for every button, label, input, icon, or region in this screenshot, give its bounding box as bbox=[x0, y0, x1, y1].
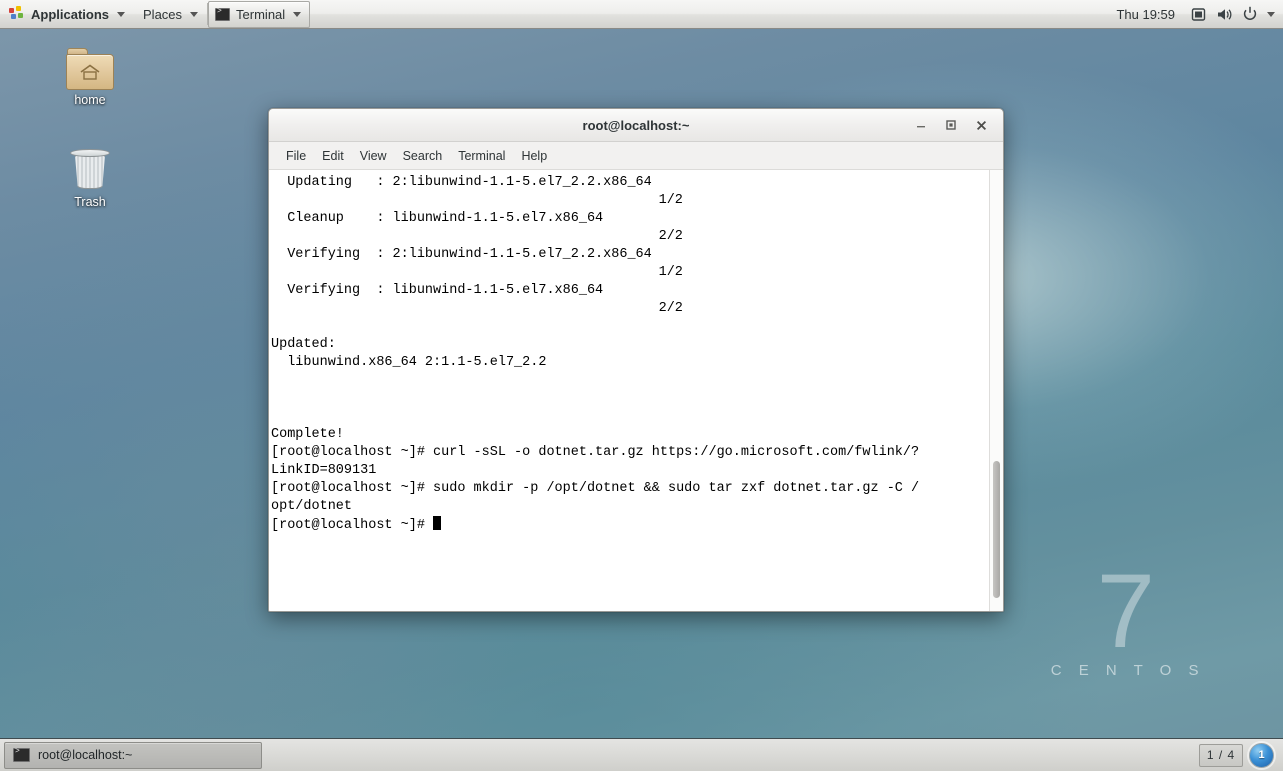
volume-icon[interactable] bbox=[1213, 3, 1235, 25]
minimize-button[interactable] bbox=[913, 117, 929, 133]
places-menu-label: Places bbox=[143, 6, 183, 22]
terminal-progress-counter: 2/2 bbox=[658, 229, 691, 244]
terminal-line: [root@localhost ~]# sudo mkdir -p /opt/d… bbox=[271, 480, 989, 498]
menu-file[interactable]: File bbox=[278, 146, 314, 166]
clock[interactable]: Thu 19:59 bbox=[1108, 7, 1183, 22]
desktop-icon-trash[interactable]: Trash bbox=[47, 148, 133, 209]
terminal-line-text: opt/dotnet bbox=[271, 499, 353, 514]
terminal-scrollbar[interactable] bbox=[989, 170, 1003, 611]
window-controls bbox=[913, 117, 1003, 133]
watermark-distro: C E N T O S bbox=[1050, 662, 1205, 679]
window-titlebar[interactable]: root@localhost:~ bbox=[269, 109, 1003, 142]
terminal-output[interactable]: Updating : 2:libunwind-1.1-5.el7_2.2.x86… bbox=[269, 170, 989, 611]
terminal-line-text: [root@localhost ~]# curl -sSL -o dotnet.… bbox=[271, 445, 920, 460]
power-icon[interactable] bbox=[1239, 3, 1261, 25]
close-button[interactable] bbox=[973, 117, 989, 133]
terminal-line-text: Updated: bbox=[271, 337, 336, 352]
terminal-line-text: Verifying : libunwind-1.1-5.el7.x86_64 bbox=[271, 283, 604, 298]
terminal-line: 1/2 bbox=[271, 264, 989, 282]
terminal-line: Verifying : libunwind-1.1-5.el7.x86_64 bbox=[271, 282, 989, 300]
terminal-window[interactable]: root@localhost:~ File Edit View Search T… bbox=[268, 108, 1004, 612]
terminal-prompt: [root@localhost ~]# bbox=[271, 518, 434, 533]
system-tray: Thu 19:59 bbox=[1108, 0, 1283, 28]
terminal-line: [root@localhost ~]# curl -sSL -o dotnet.… bbox=[271, 444, 989, 462]
terminal-icon bbox=[13, 747, 30, 762]
chevron-down-icon[interactable] bbox=[1267, 11, 1275, 17]
terminal-line-text: Updating : 2:libunwind-1.1-5.el7_2.2.x86… bbox=[271, 175, 652, 190]
scrollbar-thumb[interactable] bbox=[993, 461, 1000, 598]
terminal-body[interactable]: Updating : 2:libunwind-1.1-5.el7_2.2.x86… bbox=[269, 170, 1003, 611]
applications-menu-label: Applications bbox=[31, 6, 110, 22]
chevron-down-icon bbox=[190, 11, 199, 17]
terminal-line: Updated: bbox=[271, 336, 989, 354]
terminal-line: 1/2 bbox=[271, 192, 989, 210]
terminal-line: Updating : 2:libunwind-1.1-5.el7_2.2.x86… bbox=[271, 174, 989, 192]
show-desktop-button[interactable]: 1 bbox=[1249, 742, 1274, 768]
bottom-window-list: root@localhost:~ bbox=[0, 741, 262, 769]
places-menu[interactable]: Places bbox=[134, 0, 207, 28]
terminal-line: Cleanup : libunwind-1.1-5.el7.x86_64 bbox=[271, 210, 989, 228]
terminal-menubar: File Edit View Search Terminal Help bbox=[269, 142, 1003, 170]
taskbar-item-label: root@localhost:~ bbox=[38, 748, 133, 762]
window-list-item-label: Terminal bbox=[236, 7, 286, 22]
terminal-line-text: LinkID=809131 bbox=[271, 463, 377, 478]
terminal-line: 2/2 bbox=[271, 228, 989, 246]
menu-search[interactable]: Search bbox=[395, 146, 451, 166]
terminal-line: LinkID=809131 bbox=[271, 462, 989, 480]
bottom-panel: root@localhost:~ 1 / 4 1 bbox=[0, 738, 1283, 771]
terminal-prompt-line[interactable]: [root@localhost ~]# bbox=[271, 516, 989, 534]
terminal-line-text: Verifying : 2:libunwind-1.1-5.el7_2.2.x8… bbox=[271, 247, 652, 262]
desktop-icon-home[interactable]: home bbox=[47, 48, 133, 107]
terminal-line-text: [root@localhost ~]# sudo mkdir -p /opt/d… bbox=[271, 481, 920, 496]
window-title: root@localhost:~ bbox=[582, 117, 690, 133]
applications-menu[interactable]: Applications bbox=[0, 0, 134, 28]
watermark-version: 7 bbox=[1096, 552, 1156, 670]
applications-icon bbox=[9, 6, 25, 22]
terminal-line: Complete! bbox=[271, 426, 989, 444]
desktop[interactable]: Applications Places Terminal Thu 19:59 bbox=[0, 0, 1283, 771]
taskbar-item-terminal[interactable]: root@localhost:~ bbox=[4, 741, 262, 769]
top-panel: Applications Places Terminal Thu 19:59 bbox=[0, 0, 1283, 29]
trash-icon bbox=[68, 148, 112, 192]
menu-terminal[interactable]: Terminal bbox=[450, 146, 513, 166]
maximize-button[interactable] bbox=[943, 117, 959, 133]
display-icon[interactable] bbox=[1187, 3, 1209, 25]
workspace-switcher[interactable]: 1 / 4 bbox=[1199, 743, 1243, 767]
house-glyph bbox=[80, 64, 100, 80]
terminal-line: libunwind.x86_64 2:1.1-5.el7_2.2 bbox=[271, 354, 989, 372]
menu-view[interactable]: View bbox=[352, 146, 395, 166]
desktop-icon-label: home bbox=[74, 93, 106, 107]
top-window-list: Terminal bbox=[208, 0, 1108, 28]
chevron-down-icon bbox=[293, 12, 302, 17]
window-list-item-terminal[interactable]: Terminal bbox=[208, 1, 311, 28]
terminal-progress-counter: 2/2 bbox=[658, 301, 691, 316]
bottom-panel-right: 1 / 4 1 bbox=[1199, 742, 1283, 768]
terminal-line-text: libunwind.x86_64 2:1.1-5.el7_2.2 bbox=[271, 355, 547, 370]
terminal-line: 2/2 bbox=[271, 300, 989, 318]
centos-watermark: 7 C E N T O S bbox=[1047, 552, 1205, 679]
terminal-line-text: Complete! bbox=[271, 427, 344, 442]
chevron-down-icon bbox=[117, 11, 126, 17]
terminal-line: Verifying : 2:libunwind-1.1-5.el7_2.2.x8… bbox=[271, 246, 989, 264]
terminal-line-text: Cleanup : libunwind-1.1-5.el7.x86_64 bbox=[271, 211, 604, 226]
terminal-progress-counter: 1/2 bbox=[658, 265, 691, 280]
terminal-icon bbox=[215, 7, 231, 21]
terminal-line: opt/dotnet bbox=[271, 498, 989, 516]
desktop-icon-label: Trash bbox=[74, 195, 106, 209]
terminal-progress-counter: 1/2 bbox=[658, 193, 691, 208]
menu-help[interactable]: Help bbox=[513, 146, 555, 166]
menu-edit[interactable]: Edit bbox=[314, 146, 352, 166]
folder-icon bbox=[66, 48, 114, 90]
terminal-cursor bbox=[433, 516, 442, 530]
